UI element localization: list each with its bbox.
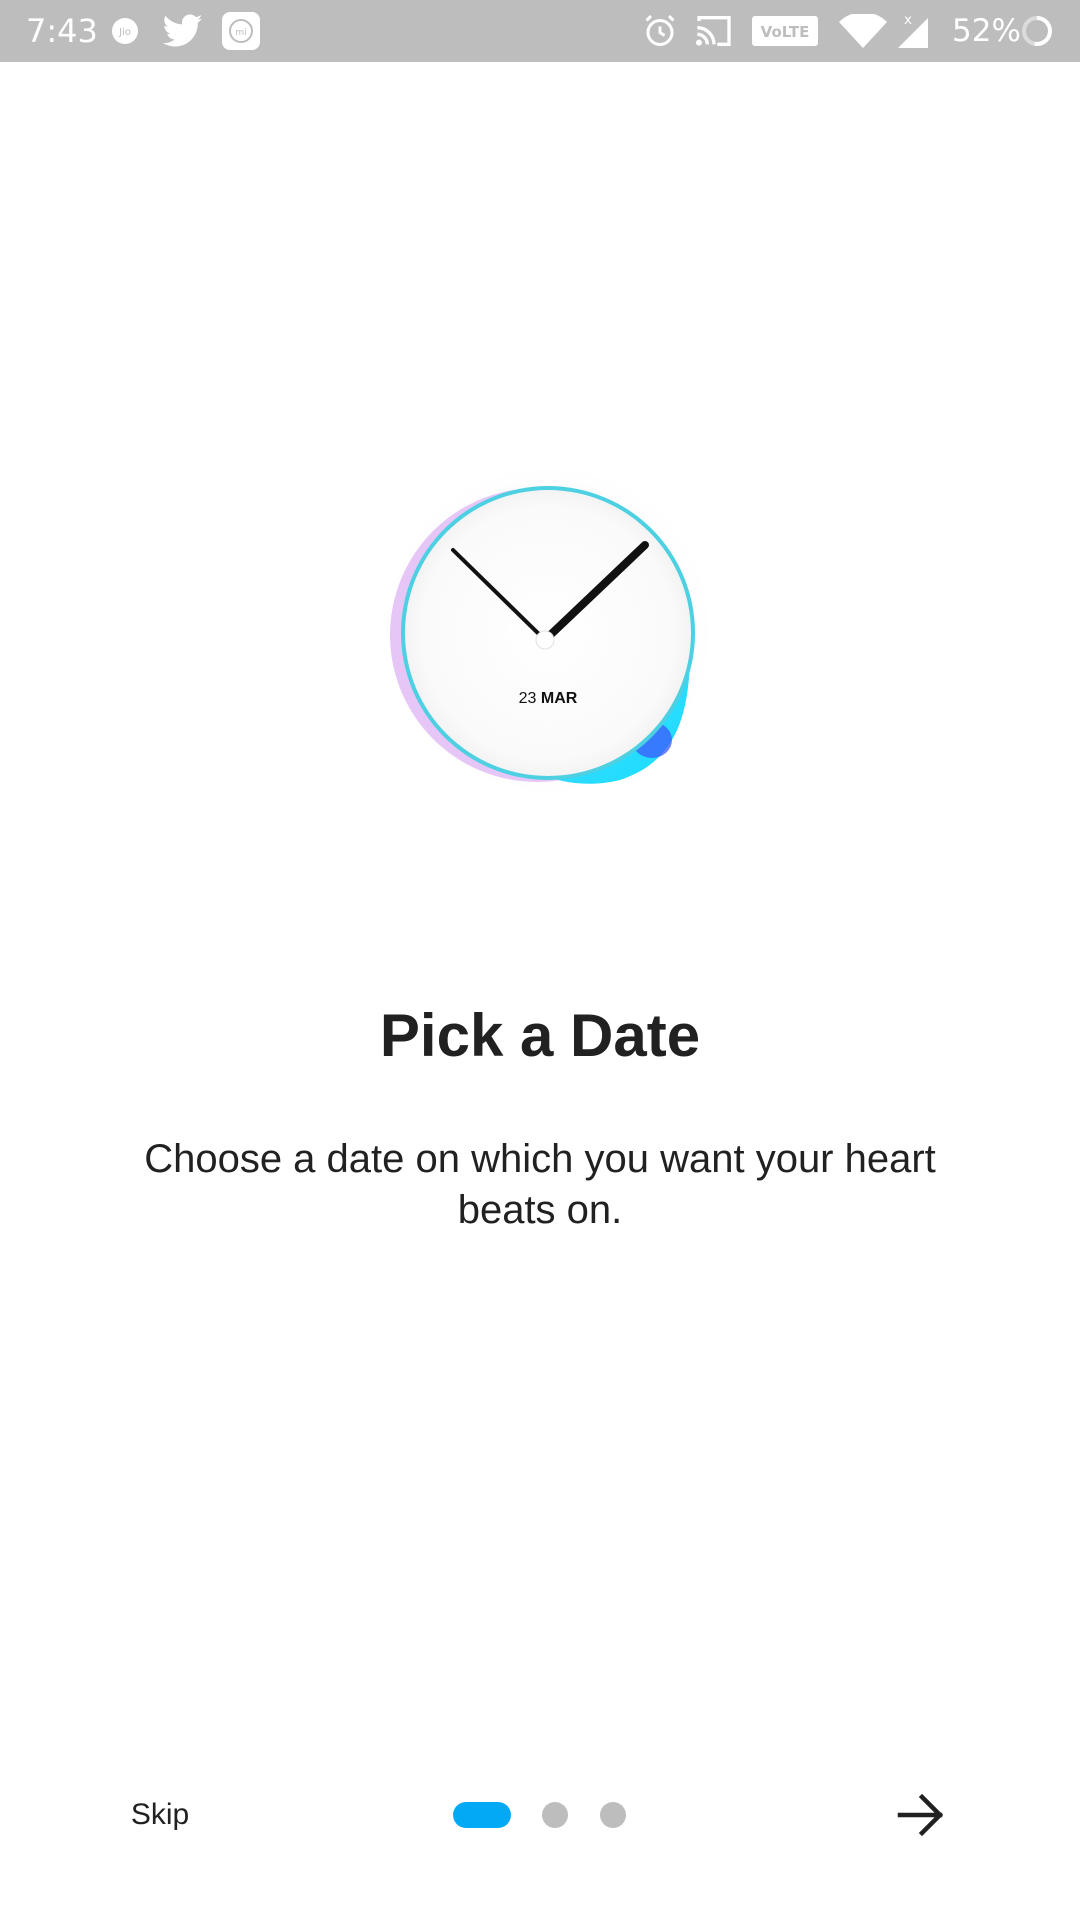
page-description: Choose a date on which you want your hea…	[144, 1137, 936, 1232]
twitter-icon	[163, 14, 203, 47]
clock-icon: 23 MAR	[380, 460, 710, 800]
page-indicator-dot	[600, 1802, 626, 1828]
svg-text:mi: mi	[235, 28, 246, 38]
arrow-right-icon	[897, 1793, 944, 1837]
svg-text:Jio: Jio	[118, 27, 131, 38]
clock-date-month: MAR	[541, 690, 578, 707]
cast-icon	[696, 15, 731, 46]
alarm-icon	[645, 14, 675, 46]
page-indicator	[450, 1800, 630, 1830]
page-title: Pick a Date	[379, 1002, 701, 1069]
signal-icon: x	[898, 12, 928, 48]
battery-percent: 52%	[952, 13, 1021, 49]
battery-icon	[1022, 16, 1052, 46]
wifi-icon	[839, 14, 887, 48]
onboarding-screen: 7:43 Jio mi VoLTE x 52% 23 MAR Pick a Da…	[0, 0, 1080, 1920]
page-indicator-dot	[542, 1802, 568, 1828]
volte-label: VoLTE	[761, 23, 810, 41]
jio-icon: Jio	[112, 18, 138, 44]
status-time: 7:43	[26, 12, 98, 50]
mi-icon: mi	[222, 12, 260, 50]
svg-text:x: x	[904, 12, 912, 28]
volte-icon: VoLTE	[752, 16, 818, 46]
status-bar: 7:43 Jio mi VoLTE x 52%	[0, 0, 1080, 62]
clock-date-day: 23	[519, 690, 537, 707]
next-button[interactable]	[890, 1785, 952, 1845]
page-indicator-dot-active	[453, 1802, 511, 1828]
skip-button[interactable]: Skip	[110, 1790, 210, 1840]
svg-text:23 MAR: 23 MAR	[519, 690, 578, 707]
